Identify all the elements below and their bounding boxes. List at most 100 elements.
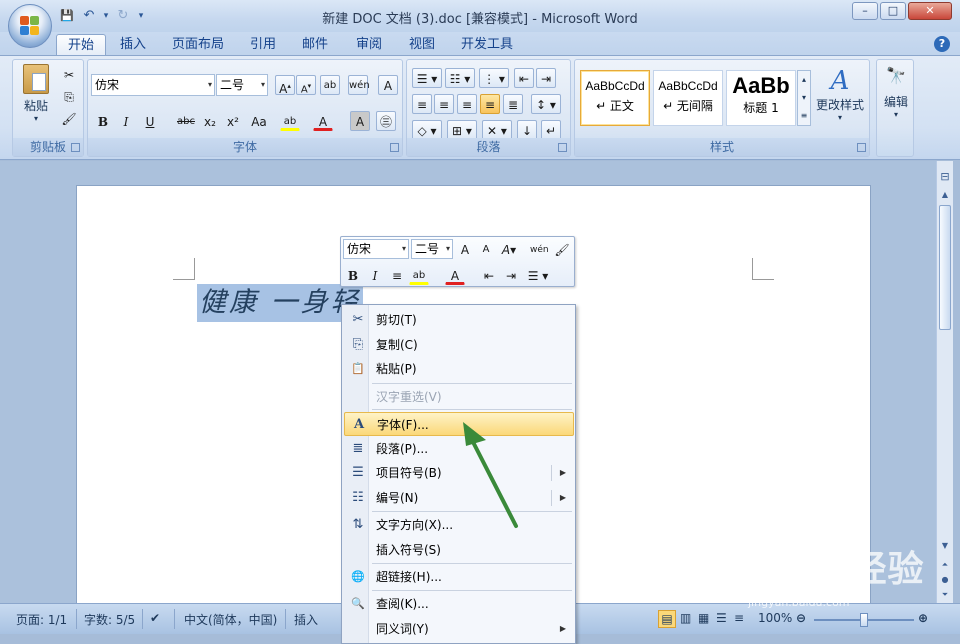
mini-format-painter-icon[interactable]: 🖌	[552, 239, 572, 259]
view-outline-icon[interactable]: ☰	[716, 611, 727, 625]
character-shading-icon[interactable]: A	[350, 111, 370, 131]
align-left-icon[interactable]: ≡	[412, 94, 432, 114]
undo-icon[interactable]: ↶	[80, 7, 98, 25]
mini-decrease-indent-icon[interactable]: ⇤	[479, 265, 499, 285]
view-print-layout-icon[interactable]: ▤	[658, 610, 676, 628]
tab-references[interactable]: 引用	[243, 34, 283, 56]
zoom-in-icon[interactable]: ⊕	[918, 611, 928, 625]
show-marks-icon[interactable]: ↵	[541, 120, 561, 140]
tab-review[interactable]: 审阅	[349, 34, 389, 56]
mini-italic-icon[interactable]: I	[365, 265, 385, 285]
menu-item-font[interactable]: A 字体(F)...	[344, 412, 574, 436]
close-button[interactable]: ✕	[908, 2, 952, 20]
change-case-icon[interactable]: Aa	[246, 111, 272, 131]
mini-highlight-icon[interactable]: ab	[409, 265, 429, 285]
styles-launcher-icon[interactable]	[857, 143, 866, 152]
style-no-spacing[interactable]: AaBbCcDd ↵ 无间隔	[653, 70, 723, 126]
menu-item-insert-symbol[interactable]: 插入符号(S)	[344, 538, 574, 562]
mini-phonetic-icon[interactable]: wén	[529, 239, 549, 259]
mini-center-icon[interactable]: ≡	[387, 265, 407, 285]
menu-item-numbering[interactable]: ☷ 编号(N) ▶	[344, 486, 574, 510]
subscript-icon[interactable]: x₂	[200, 111, 220, 131]
zoom-slider-thumb[interactable]	[860, 613, 868, 627]
italic-icon[interactable]: I	[116, 111, 136, 131]
borders-icon[interactable]: ⊞ ▾	[447, 120, 477, 140]
clear-formatting-icon[interactable]: ab	[320, 75, 340, 95]
view-web-icon[interactable]: ▦	[698, 611, 709, 625]
font-name-combo[interactable]: 仿宋 ▾	[91, 74, 215, 96]
justify-icon[interactable]: ≡	[480, 94, 500, 114]
font-color-icon[interactable]: A	[313, 111, 333, 131]
mini-font-color-icon[interactable]: A	[445, 265, 465, 285]
cut-icon[interactable]: ✂	[59, 64, 79, 84]
mini-bullets-icon[interactable]: ☰ ▾	[523, 265, 553, 285]
view-full-screen-icon[interactable]: ▥	[680, 611, 691, 625]
browse-object-icon[interactable]: ●	[938, 572, 952, 587]
tab-mailings[interactable]: 邮件	[295, 34, 335, 56]
menu-item-copy[interactable]: ⎘ 复制(C)	[344, 333, 574, 357]
bullets-icon[interactable]: ☰ ▾	[412, 68, 442, 88]
prev-page-icon[interactable]: ⏶	[938, 557, 952, 572]
help-icon[interactable]: ?	[934, 36, 950, 52]
tab-insert[interactable]: 插入	[112, 34, 154, 56]
office-button[interactable]	[8, 4, 52, 48]
zoom-out-icon[interactable]: ⊖	[796, 611, 806, 625]
font-launcher-icon[interactable]	[390, 143, 399, 152]
mini-font-name-combo[interactable]: 仿宋 ▾	[343, 239, 409, 259]
next-page-icon[interactable]: ⏷	[938, 587, 952, 602]
strikethrough-icon[interactable]: abc	[174, 111, 198, 131]
highlight-color-icon[interactable]: ab	[280, 111, 300, 131]
scroll-thumb[interactable]	[939, 205, 951, 330]
styles-scroll[interactable]: ▴ ▾ ≡	[797, 70, 811, 126]
minimize-button[interactable]: –	[852, 2, 878, 20]
style-normal[interactable]: AaBbCcDd ↵ 正文	[580, 70, 650, 126]
menu-item-cut[interactable]: ✂ 剪切(T)	[344, 308, 574, 332]
paste-button[interactable]: 粘贴 ▾	[19, 64, 53, 123]
style-heading-1[interactable]: AaBb 标题 1	[726, 70, 796, 126]
maximize-button[interactable]: □	[880, 2, 906, 20]
vertical-scrollbar[interactable]: ⊟ ▲ ▼ ⏶ ● ⏷	[936, 161, 953, 603]
enclose-characters-icon[interactable]: ㊂	[376, 111, 396, 131]
proofing-icon[interactable]: ✔	[150, 611, 160, 625]
status-insert-mode[interactable]: 插入	[294, 611, 318, 628]
character-border-icon[interactable]: A	[378, 75, 398, 95]
format-painter-icon[interactable]: 🖌	[59, 108, 79, 128]
grow-font-icon[interactable]: A▴	[275, 75, 295, 96]
selected-text[interactable]: 健康 一身轻	[197, 284, 363, 322]
mini-increase-indent-icon[interactable]: ⇥	[501, 265, 521, 285]
status-page[interactable]: 页面: 1/1	[16, 611, 67, 628]
align-center-icon[interactable]: ≡	[434, 94, 454, 114]
shading-icon[interactable]: ◇ ▾	[412, 120, 442, 140]
distributed-icon[interactable]: ≣	[503, 94, 523, 114]
menu-item-synonyms[interactable]: 同义词(Y) ▶	[344, 617, 574, 641]
view-draft-icon[interactable]: ≡	[734, 611, 744, 625]
menu-item-hyperlink[interactable]: 🌐 超链接(H)...	[344, 565, 574, 589]
align-right-icon[interactable]: ≡	[457, 94, 477, 114]
clipboard-launcher-icon[interactable]	[71, 143, 80, 152]
superscript-icon[interactable]: x²	[223, 111, 243, 131]
save-icon[interactable]: 💾	[58, 7, 76, 25]
tab-view[interactable]: 视图	[402, 34, 442, 56]
sort-icon[interactable]: ↓	[517, 120, 537, 140]
menu-item-paragraph[interactable]: ≣ 段落(P)...	[344, 437, 574, 461]
menu-item-bullets[interactable]: ☰ 项目符号(B) ▶	[344, 461, 574, 485]
status-language[interactable]: 中文(简体，中国)	[184, 611, 277, 628]
mini-grow-font-icon[interactable]: A	[455, 239, 475, 259]
tab-developer[interactable]: 开发工具	[455, 34, 519, 56]
tab-page-layout[interactable]: 页面布局	[166, 34, 230, 56]
decrease-indent-icon[interactable]: ⇤	[514, 68, 534, 88]
redo-icon[interactable]: ↻	[114, 7, 132, 25]
status-word-count[interactable]: 字数: 5/5	[84, 611, 135, 628]
scroll-down-icon[interactable]: ▼	[938, 538, 952, 553]
mini-shrink-font-icon[interactable]: A	[476, 239, 496, 259]
scroll-up-icon[interactable]: ▲	[938, 187, 952, 202]
underline-icon[interactable]: U	[140, 111, 160, 131]
mini-font-size-combo[interactable]: 二号 ▾	[411, 239, 453, 259]
line-spacing-icon[interactable]: ↕ ▾	[531, 94, 561, 114]
zoom-level[interactable]: 100%	[758, 611, 792, 625]
phonetic-guide-icon[interactable]: wén	[348, 75, 370, 95]
copy-icon[interactable]: ⎘	[59, 86, 79, 106]
chinese-layout-icon[interactable]: ✕ ▾	[482, 120, 512, 140]
increase-indent-icon[interactable]: ⇥	[536, 68, 556, 88]
mini-styles-icon[interactable]: A▾	[499, 239, 519, 259]
